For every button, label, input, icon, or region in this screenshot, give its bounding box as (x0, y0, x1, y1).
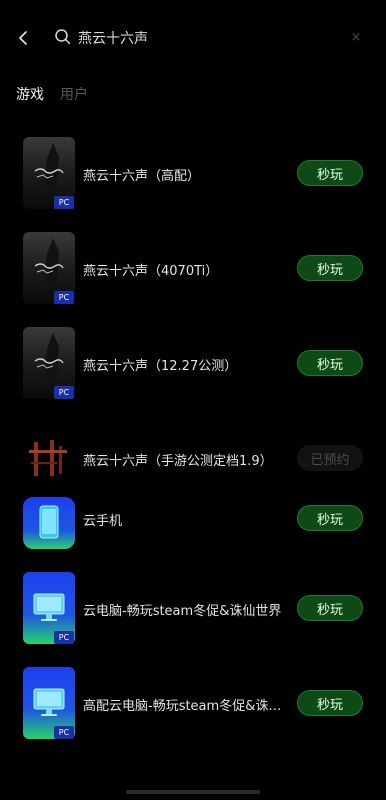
game-title: 燕云十六声（12.27公测） (83, 359, 238, 374)
result-tabs: 游戏 用户 (0, 84, 386, 108)
home-indicator (126, 790, 260, 794)
close-icon: × (350, 29, 362, 45)
list-item[interactable]: PC 燕云十六声（4070Ti） 秒玩 (0, 219, 386, 309)
pc-badge: PC (54, 386, 74, 399)
pc-badge: PC (54, 291, 74, 304)
game-thumbnail (23, 497, 75, 549)
instant-play-button[interactable]: 秒玩 (297, 255, 363, 281)
pc-badge: PC (54, 196, 74, 209)
game-title: 云手机 (83, 514, 123, 529)
search-icon (55, 29, 71, 45)
game-title: 高配云电脑-畅玩steam冬促&诛… (83, 699, 282, 714)
pc-badge: PC (54, 726, 74, 739)
instant-play-button[interactable]: 秒玩 (297, 595, 363, 621)
clear-search-button[interactable]: × (347, 28, 365, 46)
search-bar: × (0, 18, 386, 58)
instant-play-button[interactable]: 秒玩 (297, 690, 363, 716)
game-title: 燕云十六声（4070Ti） (83, 264, 219, 279)
pc-badge: PC (54, 631, 74, 644)
list-item[interactable]: PC 高配云电脑-畅玩steam冬促&诛… 秒玩 (0, 664, 386, 754)
instant-play-button[interactable]: 秒玩 (297, 160, 363, 186)
game-title: 燕云十六声（手游公测定档1.9） (83, 454, 273, 469)
back-button[interactable] (12, 26, 36, 50)
list-item[interactable]: PC 燕云十六声（12.27公测） 秒玩 (0, 314, 386, 404)
instant-play-button[interactable]: 秒玩 (297, 505, 363, 531)
search-input[interactable] (78, 25, 328, 51)
cloud-phone-icon (23, 497, 75, 549)
instant-play-button[interactable]: 秒玩 (297, 350, 363, 376)
game-title: 燕云十六声（高配） (83, 169, 201, 184)
list-item[interactable]: PC 云电脑-畅玩steam冬促&诛仙世界 秒玩 (0, 569, 386, 659)
tab-users[interactable]: 用户 (60, 84, 88, 104)
yanyun-logo-icon (23, 422, 75, 494)
list-item[interactable]: 燕云十六声（手游公测定档1.9） 已预约 (0, 409, 386, 499)
tab-games[interactable]: 游戏 (16, 84, 44, 104)
reserved-button[interactable]: 已预约 (297, 445, 363, 471)
chevron-left-icon (19, 31, 27, 45)
game-thumbnail (23, 422, 75, 494)
list-item[interactable]: PC 燕云十六声（高配） 秒玩 (0, 124, 386, 214)
game-title: 云电脑-畅玩steam冬促&诛仙世界 (83, 604, 282, 619)
